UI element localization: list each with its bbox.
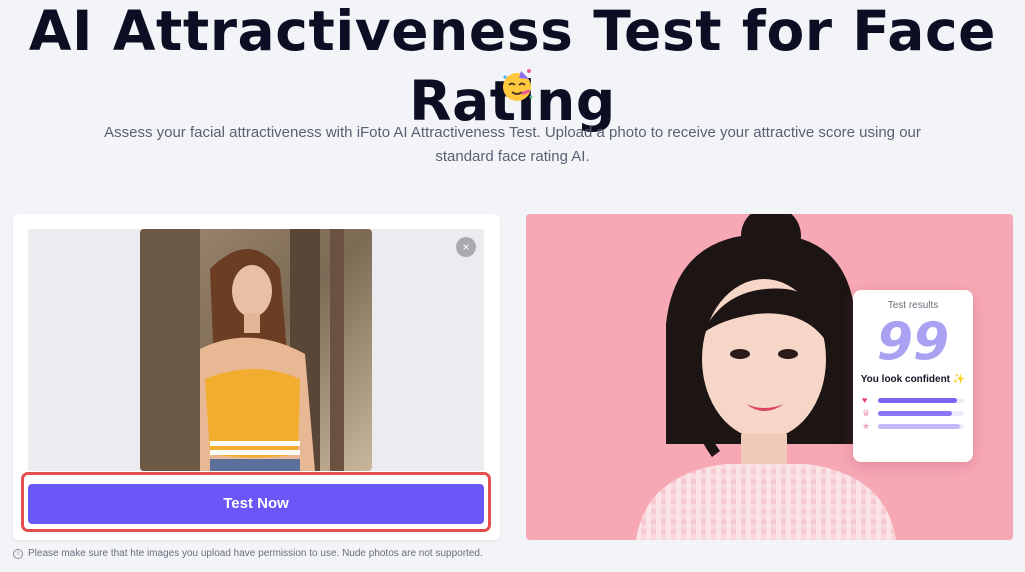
image-preview-area: ×	[28, 229, 484, 471]
star-icon: ★	[862, 421, 871, 431]
metric-row: ★	[862, 421, 964, 431]
sample-result-panel: Test results 99 You look confident ✨ ♥ ♛…	[526, 214, 1013, 540]
test-now-button[interactable]: Test Now	[28, 484, 484, 524]
metric-track	[878, 411, 964, 416]
upload-notice: i Please make sure that hte images you u…	[13, 548, 483, 559]
metric-track	[878, 424, 964, 429]
result-card: Test results 99 You look confident ✨ ♥ ♛…	[853, 290, 973, 462]
hero-subtitle: Assess your facial attractiveness with i…	[104, 124, 921, 165]
info-icon: i	[13, 548, 23, 559]
result-score: 99	[876, 312, 950, 372]
result-label: Test results	[887, 300, 939, 311]
upload-notice-text: Please make sure that hte images you upl…	[28, 548, 483, 559]
metric-track	[878, 398, 964, 403]
metric-fill	[878, 398, 958, 403]
metric-fill	[878, 411, 952, 416]
remove-image-button[interactable]: ×	[456, 237, 476, 257]
partying-face-emoji-icon	[503, 69, 533, 101]
result-verdict: You look confident ✨	[860, 374, 966, 385]
upload-card: × Test Now	[13, 214, 500, 540]
metric-row: ♛	[862, 408, 964, 418]
crown-icon: ♛	[862, 408, 871, 418]
heart-icon: ♥	[862, 395, 868, 405]
metric-row: ♥	[862, 395, 964, 405]
metric-fill	[878, 424, 960, 429]
uploaded-photo	[140, 229, 372, 471]
